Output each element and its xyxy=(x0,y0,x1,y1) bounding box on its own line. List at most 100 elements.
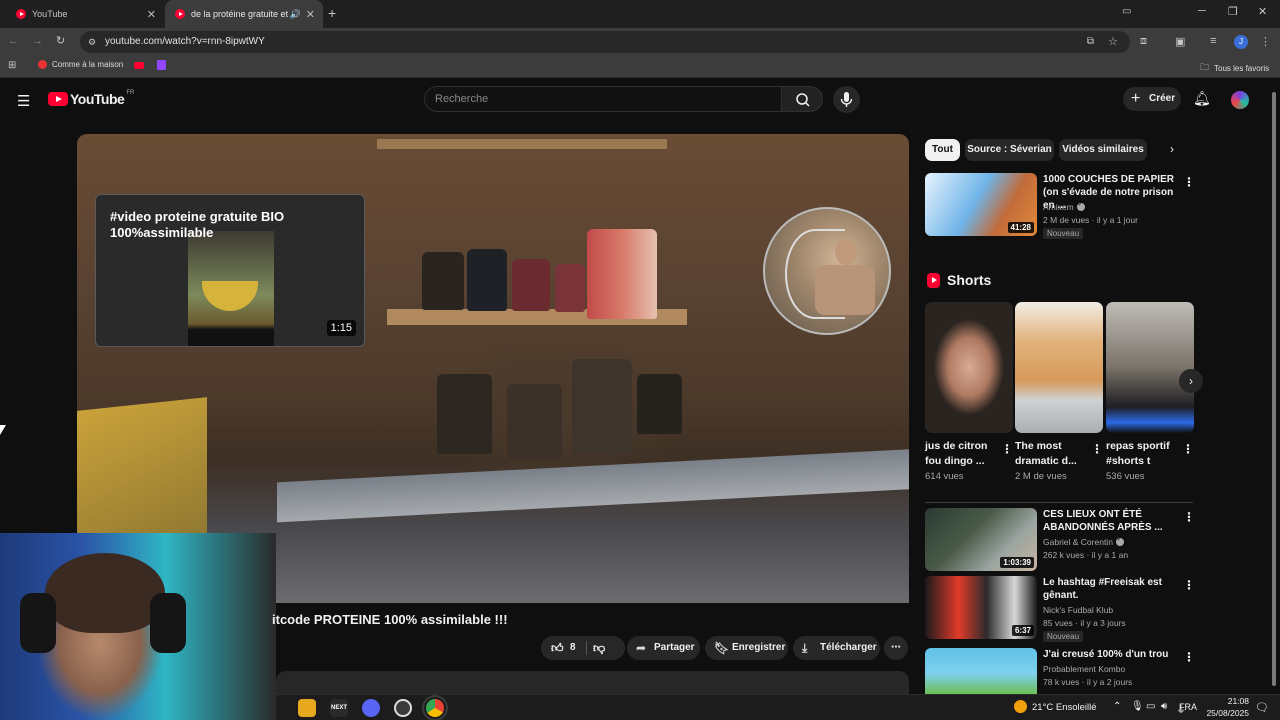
close-tab-icon[interactable]: ✕ xyxy=(147,8,156,21)
chip-source[interactable]: Source : Séverian xyxy=(965,139,1054,161)
all-bookmarks-button[interactable]: 🗀 Tous les favoris xyxy=(1200,60,1269,76)
share-label: Partager xyxy=(654,642,695,653)
hamburger-menu-icon[interactable]: ☰ xyxy=(17,92,30,110)
notifications-bell-icon[interactable]: 🔔︎ xyxy=(1193,90,1211,107)
more-options-icon[interactable]: ⋮ xyxy=(1183,578,1195,592)
side-panel-icon[interactable]: ▣ xyxy=(1175,35,1185,48)
obs-icon[interactable] xyxy=(394,699,412,717)
more-options-icon[interactable]: ⋮ xyxy=(1091,442,1103,456)
close-tab-icon[interactable]: ✕ xyxy=(306,8,315,21)
extensions-icon[interactable]: ⧈ xyxy=(1140,35,1147,48)
more-options-icon[interactable]: ⋮ xyxy=(1183,175,1195,189)
file-explorer-icon[interactable] xyxy=(298,699,316,717)
volume-icon[interactable]: 🔊︎ xyxy=(1161,701,1167,712)
video-meta: 262 k vues · il y a 1 an xyxy=(1043,550,1129,560)
apps-grid-icon[interactable]: ⊞ xyxy=(8,60,16,71)
more-options-icon[interactable]: ⋮ xyxy=(1001,442,1013,456)
recommended-video[interactable]: J'ai creusé 100% d'un trou Probablement … xyxy=(925,648,1195,694)
recommended-video[interactable]: 6:37 Le hashtag #Freeisak est gênant. Ni… xyxy=(925,576,1195,642)
language-indicator[interactable]: FRA xyxy=(1179,702,1197,712)
close-window-icon[interactable]: ✕ xyxy=(1258,5,1267,18)
recommended-video[interactable]: 1:03:39 CES LIEUX ONT ÉTÉ ABANDONNÉS APR… xyxy=(925,508,1195,571)
youtube-logo-text: YouTube xyxy=(70,91,125,107)
chrome-icon[interactable] xyxy=(422,695,448,720)
more-options-icon[interactable]: ⋮ xyxy=(1183,510,1195,524)
video-meta: 2 M de vues · il y a 1 jour xyxy=(1043,215,1138,225)
discord-icon[interactable] xyxy=(362,699,380,717)
restore-icon[interactable]: ❐ xyxy=(1228,5,1238,18)
chrome-menu-icon[interactable]: ⋮ xyxy=(1260,35,1271,48)
video-frame-jar xyxy=(437,374,492,454)
page-scrollbar[interactable] xyxy=(1271,92,1277,690)
windows-taskbar: NEXT 21°C Ensoleillé ⌃ 🎙︎ ▭ 🔊︎ ⏚ FRA 21:… xyxy=(276,694,1280,720)
speaker-icon[interactable]: 🔊 xyxy=(290,9,301,20)
recommended-video[interactable]: 41:28 1000 COUCHES DE PAPIER (on s'évade… xyxy=(925,173,1195,243)
shorts-shelf-header: Shorts xyxy=(927,272,991,288)
clock-date[interactable]: 25/08/2025 xyxy=(1197,708,1249,718)
new-tab-icon[interactable]: + xyxy=(328,5,336,21)
notification-center-icon[interactable]: 🗨︎ xyxy=(1255,701,1269,714)
more-options-icon[interactable]: ⋮ xyxy=(1183,650,1195,664)
search-input[interactable]: Recherche xyxy=(424,86,781,112)
video-thumbnail: 1:03:39 xyxy=(925,508,1037,571)
tab-label: YouTube xyxy=(32,9,68,19)
more-actions-button[interactable]: ⋯ xyxy=(884,636,908,660)
endscreen-video-card[interactable]: #video proteine gratuite BIO 100%assimil… xyxy=(95,194,365,347)
bookmark-youtube-icon[interactable] xyxy=(134,62,144,69)
search-button[interactable] xyxy=(781,86,823,112)
youtube-logo[interactable]: YouTube FR xyxy=(48,90,135,107)
video-frame-jar xyxy=(512,259,550,311)
bookmark-comme-a-la-maison[interactable]: Comme à la maison xyxy=(38,60,123,69)
voice-search-button[interactable] xyxy=(833,86,860,113)
more-options-icon[interactable]: ⋮ xyxy=(1182,442,1194,456)
shorts-next-button[interactable]: › xyxy=(1179,369,1203,393)
description-panel[interactable] xyxy=(276,671,909,695)
bookmark-twitch-icon[interactable] xyxy=(157,60,166,70)
media-controls-icon[interactable]: ≡ xyxy=(1210,35,1216,47)
short-thumbnail xyxy=(925,302,1013,433)
tab-search-icon[interactable]: ▭ xyxy=(1122,6,1131,17)
chips-next-icon[interactable]: › xyxy=(1170,142,1174,156)
save-button[interactable]: 🔖︎ Enregistrer xyxy=(705,636,788,660)
account-avatar[interactable] xyxy=(1231,91,1249,109)
channel-name: Gabriel & Corentin xyxy=(1043,536,1124,547)
minimize-icon[interactable]: ─ xyxy=(1198,5,1206,17)
video-duration: 6:37 xyxy=(1011,625,1034,636)
endcard-thumbnail xyxy=(188,231,274,346)
chip-similar-videos[interactable]: Vidéos similaires xyxy=(1059,139,1147,161)
share-button[interactable]: ➦ Partager xyxy=(627,636,700,660)
back-icon[interactable]: ← xyxy=(8,35,19,47)
site-info-icon[interactable]: ⚙ xyxy=(88,31,96,53)
weather-text[interactable]: 21°C Ensoleillé xyxy=(1032,702,1097,713)
short-title: The most dramatic d... xyxy=(1015,440,1077,467)
next-app-icon[interactable]: NEXT xyxy=(330,699,348,717)
chip-all[interactable]: Tout xyxy=(925,139,960,161)
forward-icon[interactable]: → xyxy=(32,35,43,47)
video-title: itcode PROTEINE 100% assimilable !!! xyxy=(272,612,508,627)
sidebar-divider xyxy=(925,502,1193,503)
save-label: Enregistrer xyxy=(732,642,786,653)
create-button[interactable]: + Créer xyxy=(1123,87,1181,111)
new-badge: Nouveau xyxy=(1043,631,1084,642)
clock-time[interactable]: 21:08 xyxy=(1224,696,1249,706)
create-label: Créer xyxy=(1149,93,1176,104)
channel-watermark-avatar[interactable] xyxy=(763,207,891,335)
scrollbar-thumb[interactable] xyxy=(1272,92,1276,686)
network-icon[interactable]: ▭ xyxy=(1146,701,1155,712)
profile-avatar[interactable]: J xyxy=(1234,35,1248,49)
download-button[interactable]: ⤓ Télécharger xyxy=(793,636,880,660)
tab-active-video[interactable]: de la protéine gratuite et B 🔊 ✕ xyxy=(165,0,323,28)
bookmark-star-icon[interactable]: ☆ xyxy=(1108,31,1118,53)
plus-icon: + xyxy=(1131,90,1141,107)
tray-chevron-icon[interactable]: ⌃ xyxy=(1113,701,1121,712)
tab-youtube[interactable]: YouTube ✕ xyxy=(6,0,164,28)
install-app-icon[interactable]: ⧉ xyxy=(1087,31,1094,53)
reload-icon[interactable]: ↻ xyxy=(56,34,65,47)
video-title: J'ai creusé 100% d'un trou xyxy=(1043,649,1169,660)
address-bar[interactable]: ⚙ youtube.com/watch?v=rnn-8ipwtWY ⧉ ☆ xyxy=(80,31,1130,53)
microphone-tray-icon[interactable]: 🎙︎ xyxy=(1131,701,1144,712)
like-button[interactable]: 👍︎ 8 xyxy=(541,636,585,660)
region-code: FR xyxy=(126,90,135,96)
dislike-button[interactable]: 👎︎ xyxy=(593,636,605,660)
video-meta: 85 vues · il y a 3 jours xyxy=(1043,618,1126,628)
